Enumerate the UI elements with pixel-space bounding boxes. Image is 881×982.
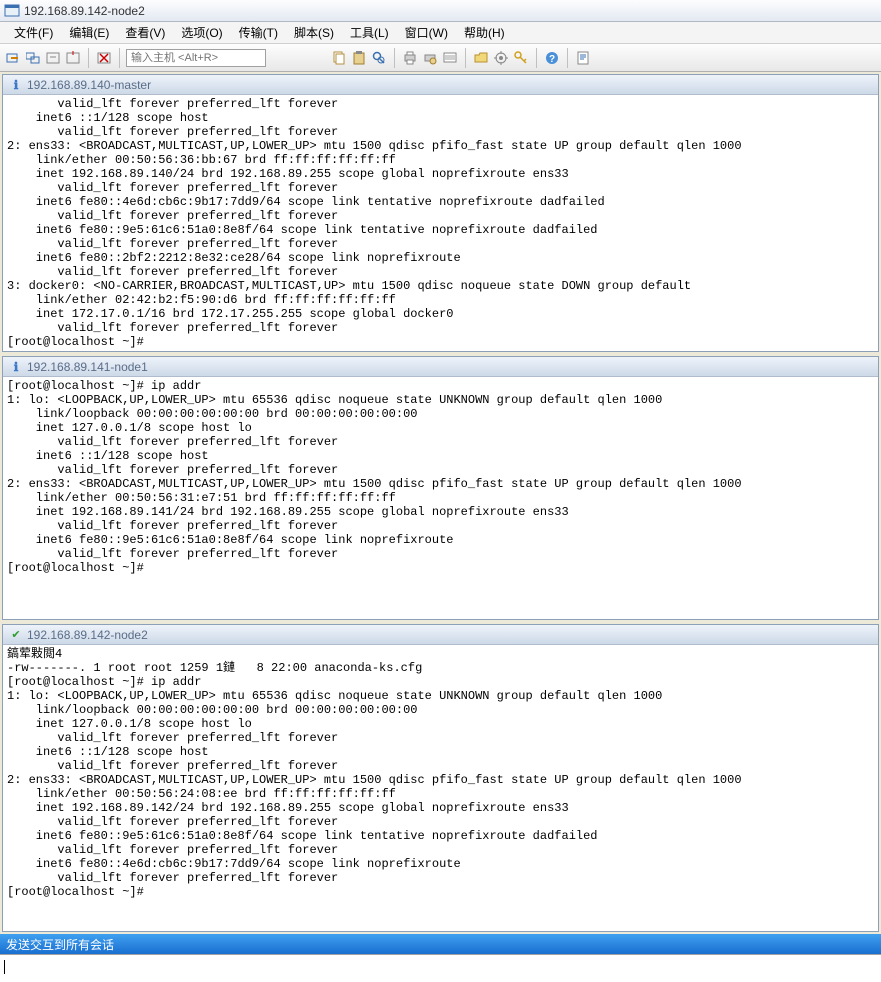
check-icon [9,628,23,642]
pane-header-node1[interactable]: 192.168.89.141-node1 [3,357,878,377]
find-icon[interactable] [370,49,388,67]
pane-node1[interactable]: 192.168.89.141-node1 [root@localhost ~]#… [2,356,879,620]
pane-header-node2[interactable]: 192.168.89.142-node2 [3,625,878,645]
text-cursor [4,960,5,974]
folder-icon[interactable] [472,49,490,67]
toolbar-separator [465,48,466,68]
quick-connect-icon[interactable] [24,49,42,67]
info-icon [9,78,23,92]
print-icon[interactable] [401,49,419,67]
toolbar: ? [0,44,881,72]
pane-header-master[interactable]: 192.168.89.140-master [3,75,878,95]
terminal-output-master[interactable]: valid_lft forever preferred_lft forever … [3,95,878,351]
connect-icon[interactable] [4,49,22,67]
reconnect-icon[interactable] [44,49,62,67]
window-title: 192.168.89.142-node2 [24,4,145,18]
broadcast-label: 发送交互到所有会话 [6,936,114,953]
copy-icon[interactable] [330,49,348,67]
info-icon [9,360,23,374]
terminal-output-node2[interactable]: 鎬荤敤閲4 -rw-------. 1 root root 1259 1鏈 8 … [3,645,878,901]
menu-tools[interactable]: 工具(L) [342,22,397,43]
pane-title: 192.168.89.141-node1 [27,360,148,374]
app-icon [4,3,20,19]
menu-file[interactable]: 文件(F) [6,22,61,43]
help-icon[interactable]: ? [543,49,561,67]
paste-icon[interactable] [350,49,368,67]
print-setup-icon[interactable] [421,49,439,67]
menu-script[interactable]: 脚本(S) [286,22,342,43]
svg-text:?: ? [549,54,555,65]
print-screen-icon[interactable] [441,49,459,67]
terminal-empty-area[interactable] [3,901,878,931]
terminal-output-node1[interactable]: [root@localhost ~]# ip addr 1: lo: <LOOP… [3,377,878,619]
script-icon[interactable] [574,49,592,67]
pane-master[interactable]: 192.168.89.140-master valid_lft forever … [2,74,879,352]
menu-help[interactable]: 帮助(H) [456,22,513,43]
disconnect-icon[interactable] [64,49,82,67]
pane-title: 192.168.89.140-master [27,78,151,92]
session-panes: 192.168.89.140-master valid_lft forever … [0,72,881,934]
pane-title: 192.168.89.142-node2 [27,628,148,642]
settings-icon[interactable] [492,49,510,67]
pane-node2[interactable]: 192.168.89.142-node2 鎬荤敤閲4 -rw-------. 1… [2,624,879,932]
key-icon[interactable] [512,49,530,67]
menu-window[interactable]: 窗口(W) [397,22,456,43]
toolbar-separator [88,48,89,68]
menu-options[interactable]: 选项(O) [173,22,230,43]
broadcast-bar[interactable]: 发送交互到所有会话 [0,934,881,954]
menu-bar: 文件(F) 编辑(E) 查看(V) 选项(O) 传输(T) 脚本(S) 工具(L… [0,22,881,44]
title-bar: 192.168.89.142-node2 [0,0,881,22]
host-input[interactable] [126,49,266,67]
toolbar-separator [536,48,537,68]
menu-view[interactable]: 查看(V) [117,22,173,43]
menu-transfer[interactable]: 传输(T) [231,22,286,43]
toolbar-separator [394,48,395,68]
toolbar-separator [567,48,568,68]
cancel-icon[interactable] [95,49,113,67]
command-input-area[interactable] [0,954,881,982]
menu-edit[interactable]: 编辑(E) [61,22,117,43]
toolbar-separator [119,48,120,68]
